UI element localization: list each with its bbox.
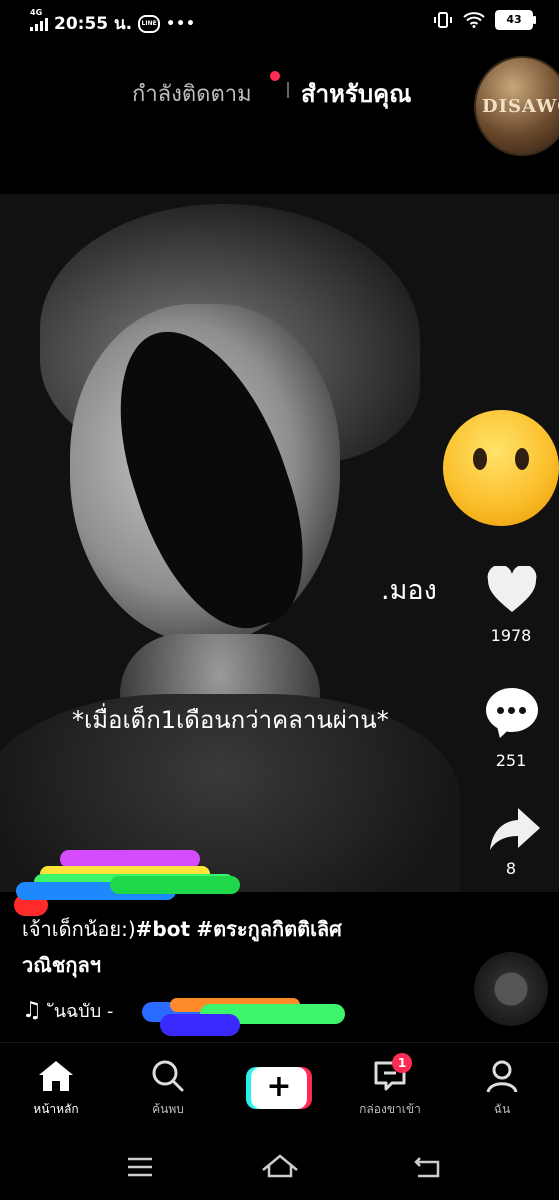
music-note-icon: ♫ [22, 998, 42, 1023]
live-avatar-text: DISAWO [482, 96, 559, 117]
tab-following[interactable]: กำลังติดตาม [132, 76, 252, 111]
comment-count: 251 [495, 751, 527, 770]
nav-profile[interactable]: ฉัน [452, 1059, 552, 1119]
vibrate-icon [434, 12, 452, 28]
caption-text: เจ้าเด็กน้อย:) [22, 917, 136, 941]
video-overlay-text: .มอง [381, 575, 437, 606]
nav-inbox-label: กล่องขาเข้า [359, 1102, 421, 1116]
comment-icon[interactable] [486, 688, 538, 732]
clock: 20:55 น. [54, 14, 133, 34]
nav-home[interactable]: หน้าหลัก [6, 1059, 106, 1119]
signal-icon: 4G [30, 8, 48, 31]
search-icon [152, 1060, 184, 1092]
hashtag-bot[interactable]: #bot [136, 917, 190, 941]
home-system-icon[interactable] [260, 1152, 300, 1180]
create-video-button[interactable]: + [246, 1067, 312, 1109]
share-count: 8 [505, 859, 517, 878]
live-avatar[interactable]: DISAWO [474, 56, 559, 156]
video-caption[interactable]: เจ้าเด็กน้อย:)#bot #ตระกูลกิตติเลิศ วณิช… [22, 911, 462, 983]
line-app-icon: LINE [138, 14, 161, 33]
caption-line2: วณิชกุลฯ [22, 953, 101, 977]
nav-inbox[interactable]: 1 กล่องขาเข้า [340, 1053, 440, 1119]
following-notification-dot [270, 71, 280, 81]
hashtag-family[interactable]: #ตระกูลกิตติเลิศ [196, 917, 341, 941]
status-left: 4G 20:55 น. LINE ••• [30, 8, 196, 37]
music-title: ันฉบับ - [53, 1001, 114, 1022]
system-navigation-bar [0, 1140, 559, 1200]
profile-icon [486, 1060, 518, 1093]
nav-profile-label: ฉัน [493, 1102, 511, 1116]
wifi-icon [463, 12, 485, 28]
home-icon [39, 1061, 73, 1091]
plus-icon: + [266, 1069, 292, 1104]
battery-icon: 43 [495, 10, 536, 30]
tab-divider [287, 82, 289, 98]
inbox-badge: 1 [392, 1053, 412, 1073]
music-disc[interactable] [474, 952, 548, 1026]
back-icon[interactable] [412, 1154, 442, 1180]
video-player[interactable]: .มอง *เมื่อเด็ก1เดือนกว่าคลานผ่าน* [0, 194, 559, 892]
bottom-navigation: หน้าหลัก ค้นพบ + 1 กล่องขาเข้า ฉัน [0, 1042, 559, 1133]
tab-for-you[interactable]: สำหรับคุณ [301, 74, 411, 113]
nav-discover[interactable]: ค้นพบ [118, 1059, 218, 1119]
like-heart-icon[interactable] [486, 566, 538, 614]
music-info[interactable]: ♫ ันฉบับ - [22, 996, 113, 1025]
network-type: 4G [30, 7, 43, 17]
video-overlay-subtitle: *เมื่อเด็ก1เดือนกว่าคลานผ่าน* [72, 706, 389, 734]
status-right: 43 [433, 10, 536, 30]
like-count: 1978 [490, 626, 532, 645]
nav-home-label: หน้าหลัก [33, 1102, 79, 1116]
status-bar: 4G 20:55 น. LINE ••• 43 [0, 0, 559, 44]
more-notifications-icon: ••• [166, 15, 196, 32]
recent-apps-icon[interactable] [126, 1156, 154, 1178]
face-without-mouth-emoji-icon [443, 410, 559, 526]
share-arrow-icon[interactable] [484, 806, 546, 852]
nav-discover-label: ค้นพบ [152, 1102, 184, 1116]
